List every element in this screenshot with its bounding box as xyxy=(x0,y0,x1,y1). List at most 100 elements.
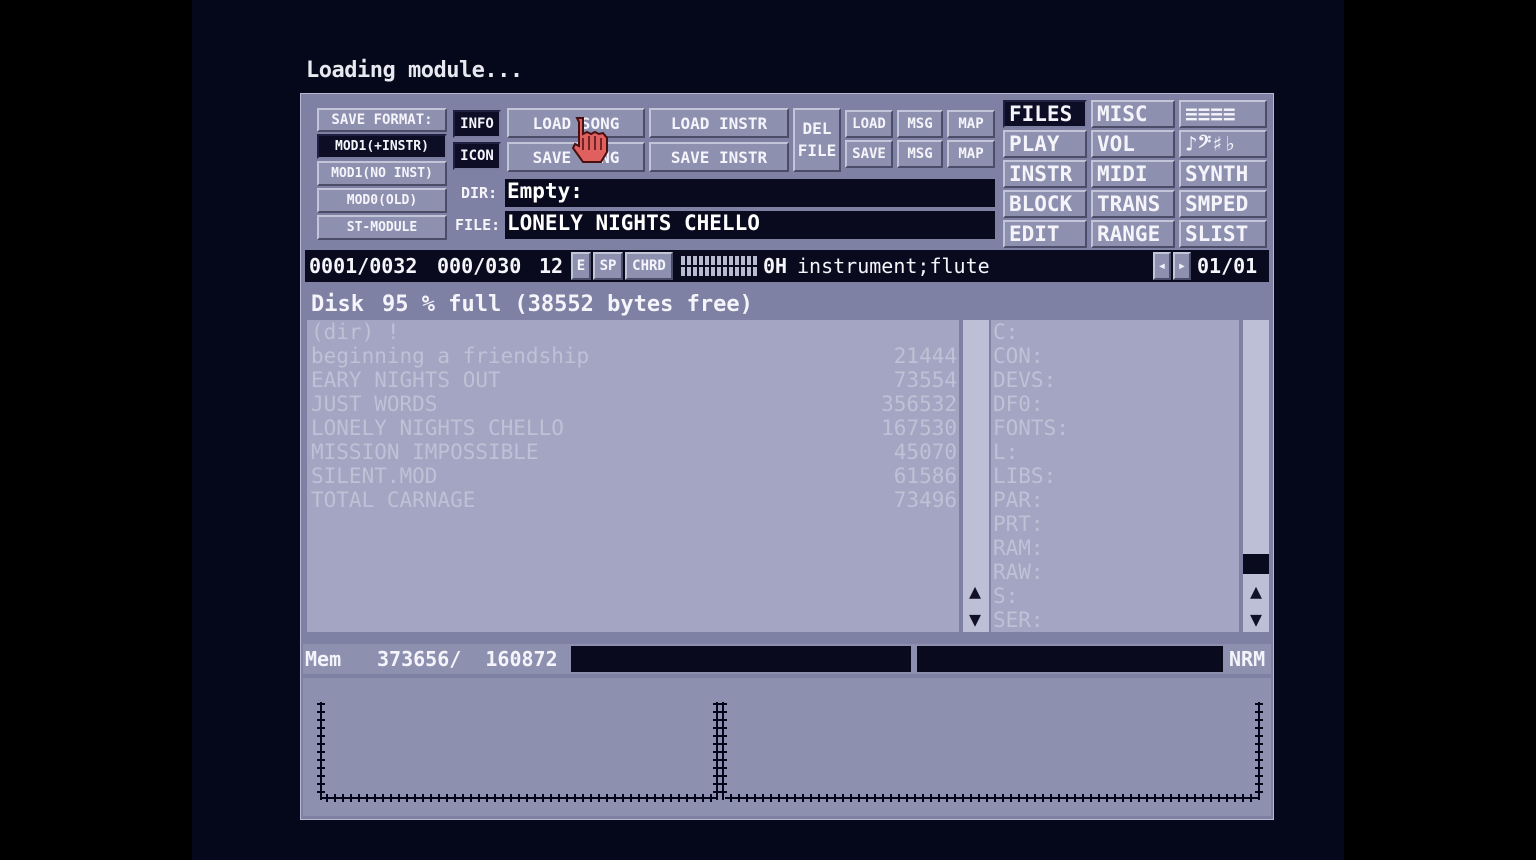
save-format-option[interactable]: ST-MODULE xyxy=(317,215,447,240)
track-indicator[interactable] xyxy=(717,267,721,276)
menu-item-edit[interactable]: EDIT xyxy=(1003,220,1087,248)
track-indicator[interactable] xyxy=(729,267,733,276)
track-on-off-indicators[interactable] xyxy=(677,252,761,280)
e-button[interactable]: E xyxy=(571,252,591,280)
device-list-item[interactable]: SER: xyxy=(993,608,1044,632)
save-map-button[interactable]: MAP xyxy=(947,140,995,168)
menu-item-slist[interactable]: SLIST xyxy=(1179,220,1267,248)
file-field[interactable]: LONELY NIGHTS CHELLO xyxy=(505,211,995,239)
track-indicator[interactable] xyxy=(753,256,757,265)
menu-item-synth[interactable]: SYNTH xyxy=(1179,160,1267,188)
disk-text: 95 % full (38552 bytes free) xyxy=(381,292,753,317)
icon-toggle[interactable]: ICON xyxy=(453,142,501,170)
track-indicator[interactable] xyxy=(729,256,733,265)
menu-item-midi[interactable]: MIDI xyxy=(1091,160,1175,188)
track-indicator[interactable] xyxy=(705,267,709,276)
menu-item-files[interactable]: FILES xyxy=(1003,100,1087,128)
instrument-name[interactable]: instrument;flute xyxy=(797,254,990,278)
track-indicator[interactable] xyxy=(699,256,703,265)
device-list-item[interactable]: S: xyxy=(993,584,1018,608)
device-list-item[interactable]: RAW: xyxy=(993,560,1044,584)
menu-item-misc[interactable]: MISC xyxy=(1091,100,1175,128)
menu-item-[interactable]: ≡≡≡≡ xyxy=(1179,100,1267,128)
nrm-mode[interactable]: NRM xyxy=(1229,647,1265,671)
track-indicator[interactable] xyxy=(741,267,745,276)
track-indicator[interactable] xyxy=(711,256,715,265)
menu-item-play[interactable]: PLAY xyxy=(1003,130,1087,158)
device-list-item[interactable]: RAM: xyxy=(993,536,1044,560)
device-list-item[interactable]: C: xyxy=(993,320,1018,344)
device-list-item[interactable]: DF0: xyxy=(993,392,1044,416)
device-list-item[interactable]: L: xyxy=(993,440,1018,464)
save-format-option[interactable]: MOD0(OLD) xyxy=(317,188,447,213)
arrow-right-icon[interactable]: ▸ xyxy=(1173,252,1191,280)
track-indicator[interactable] xyxy=(693,267,697,276)
track-indicator[interactable] xyxy=(717,256,721,265)
track-indicator[interactable] xyxy=(693,256,697,265)
arrow-left-icon[interactable]: ◂ xyxy=(1153,252,1171,280)
load-map-button[interactable]: MAP xyxy=(947,110,995,138)
menu-item-trans[interactable]: TRANS xyxy=(1091,190,1175,218)
device-list-item[interactable]: DEVS: xyxy=(993,368,1056,392)
track-indicator[interactable] xyxy=(711,267,715,276)
scroll-down-icon[interactable]: ▼ xyxy=(963,607,987,631)
block-position: 000/030 xyxy=(437,254,522,278)
tempo-value[interactable]: 12 xyxy=(539,254,563,278)
chrd-button[interactable]: CHRD xyxy=(625,252,673,280)
track-indicator[interactable] xyxy=(723,267,727,276)
track-indicator[interactable] xyxy=(735,267,739,276)
menu-item-instr[interactable]: INSTR xyxy=(1003,160,1087,188)
track-indicator[interactable] xyxy=(735,256,739,265)
device-list-item[interactable]: FONTS: xyxy=(993,416,1069,440)
file-size: 45070 xyxy=(893,440,957,464)
file-list-item[interactable]: (dir) ! xyxy=(311,320,400,344)
track-indicator[interactable] xyxy=(753,267,757,276)
oscilloscope-display xyxy=(317,702,1263,802)
instrument-number[interactable]: 0H xyxy=(763,254,787,278)
track-indicator[interactable] xyxy=(741,256,745,265)
load-msg-button[interactable]: MSG xyxy=(897,110,943,138)
file-list-item[interactable]: MISSION IMPOSSIBLE xyxy=(311,440,539,464)
del-file-button[interactable]: DEL FILE xyxy=(793,108,841,172)
sp-button[interactable]: SP xyxy=(593,252,623,280)
device-list-item[interactable]: CON: xyxy=(993,344,1044,368)
track-indicator[interactable] xyxy=(747,267,751,276)
file-list-item[interactable]: JUST WORDS xyxy=(311,392,437,416)
dir-field[interactable]: Empty: xyxy=(505,179,995,207)
info-toggle[interactable]: INFO xyxy=(453,110,501,138)
device-scroll-thumb[interactable] xyxy=(1243,554,1269,574)
track-indicator[interactable] xyxy=(681,256,685,265)
menu-item-range[interactable]: RANGE xyxy=(1091,220,1175,248)
scroll-up-icon[interactable]: ▲ xyxy=(963,579,987,603)
file-list-item[interactable]: beginning a friendship xyxy=(311,344,589,368)
menu-item-vol[interactable]: VOL xyxy=(1091,130,1175,158)
dir-label: DIR: xyxy=(461,184,498,202)
track-indicator[interactable] xyxy=(723,256,727,265)
file-list-item[interactable]: SILENT.MOD xyxy=(311,464,437,488)
file-list-item[interactable]: LONELY NIGHTS CHELLO xyxy=(311,416,564,440)
track-indicator[interactable] xyxy=(681,267,685,276)
save-format-label: SAVE FORMAT: xyxy=(317,108,447,132)
track-indicator[interactable] xyxy=(747,256,751,265)
file-list-item[interactable]: TOTAL CARNAGE xyxy=(311,488,475,512)
track-indicator[interactable] xyxy=(687,267,691,276)
device-list-item[interactable]: PRT: xyxy=(993,512,1044,536)
save-instr-button[interactable]: SAVE INSTR xyxy=(649,142,789,172)
save-format-option[interactable]: MOD1(+INSTR) xyxy=(317,134,447,159)
save-msg-button[interactable]: MSG xyxy=(897,140,943,168)
menu-item-[interactable]: ♪𝄢♯♭ xyxy=(1179,130,1267,158)
menu-item-smped[interactable]: SMPED xyxy=(1179,190,1267,218)
device-list-item[interactable]: LIBS: xyxy=(993,464,1056,488)
menu-item-block[interactable]: BLOCK xyxy=(1003,190,1087,218)
load-instr-button[interactable]: LOAD INSTR xyxy=(649,108,789,138)
track-indicator[interactable] xyxy=(687,256,691,265)
file-list-item[interactable]: EARY NIGHTS OUT xyxy=(311,368,501,392)
track-indicator[interactable] xyxy=(699,267,703,276)
device-scroll-down-icon[interactable]: ▼ xyxy=(1244,607,1268,631)
device-scroll-up-icon[interactable]: ▲ xyxy=(1244,579,1268,603)
app-window: SAVE FORMAT: INFO ICON LOAD SONG SAVE SO… xyxy=(300,93,1274,820)
del-file-line2: FILE xyxy=(797,141,837,160)
device-list-item[interactable]: PAR: xyxy=(993,488,1044,512)
save-format-option[interactable]: MOD1(NO INST) xyxy=(317,161,447,186)
track-indicator[interactable] xyxy=(705,256,709,265)
